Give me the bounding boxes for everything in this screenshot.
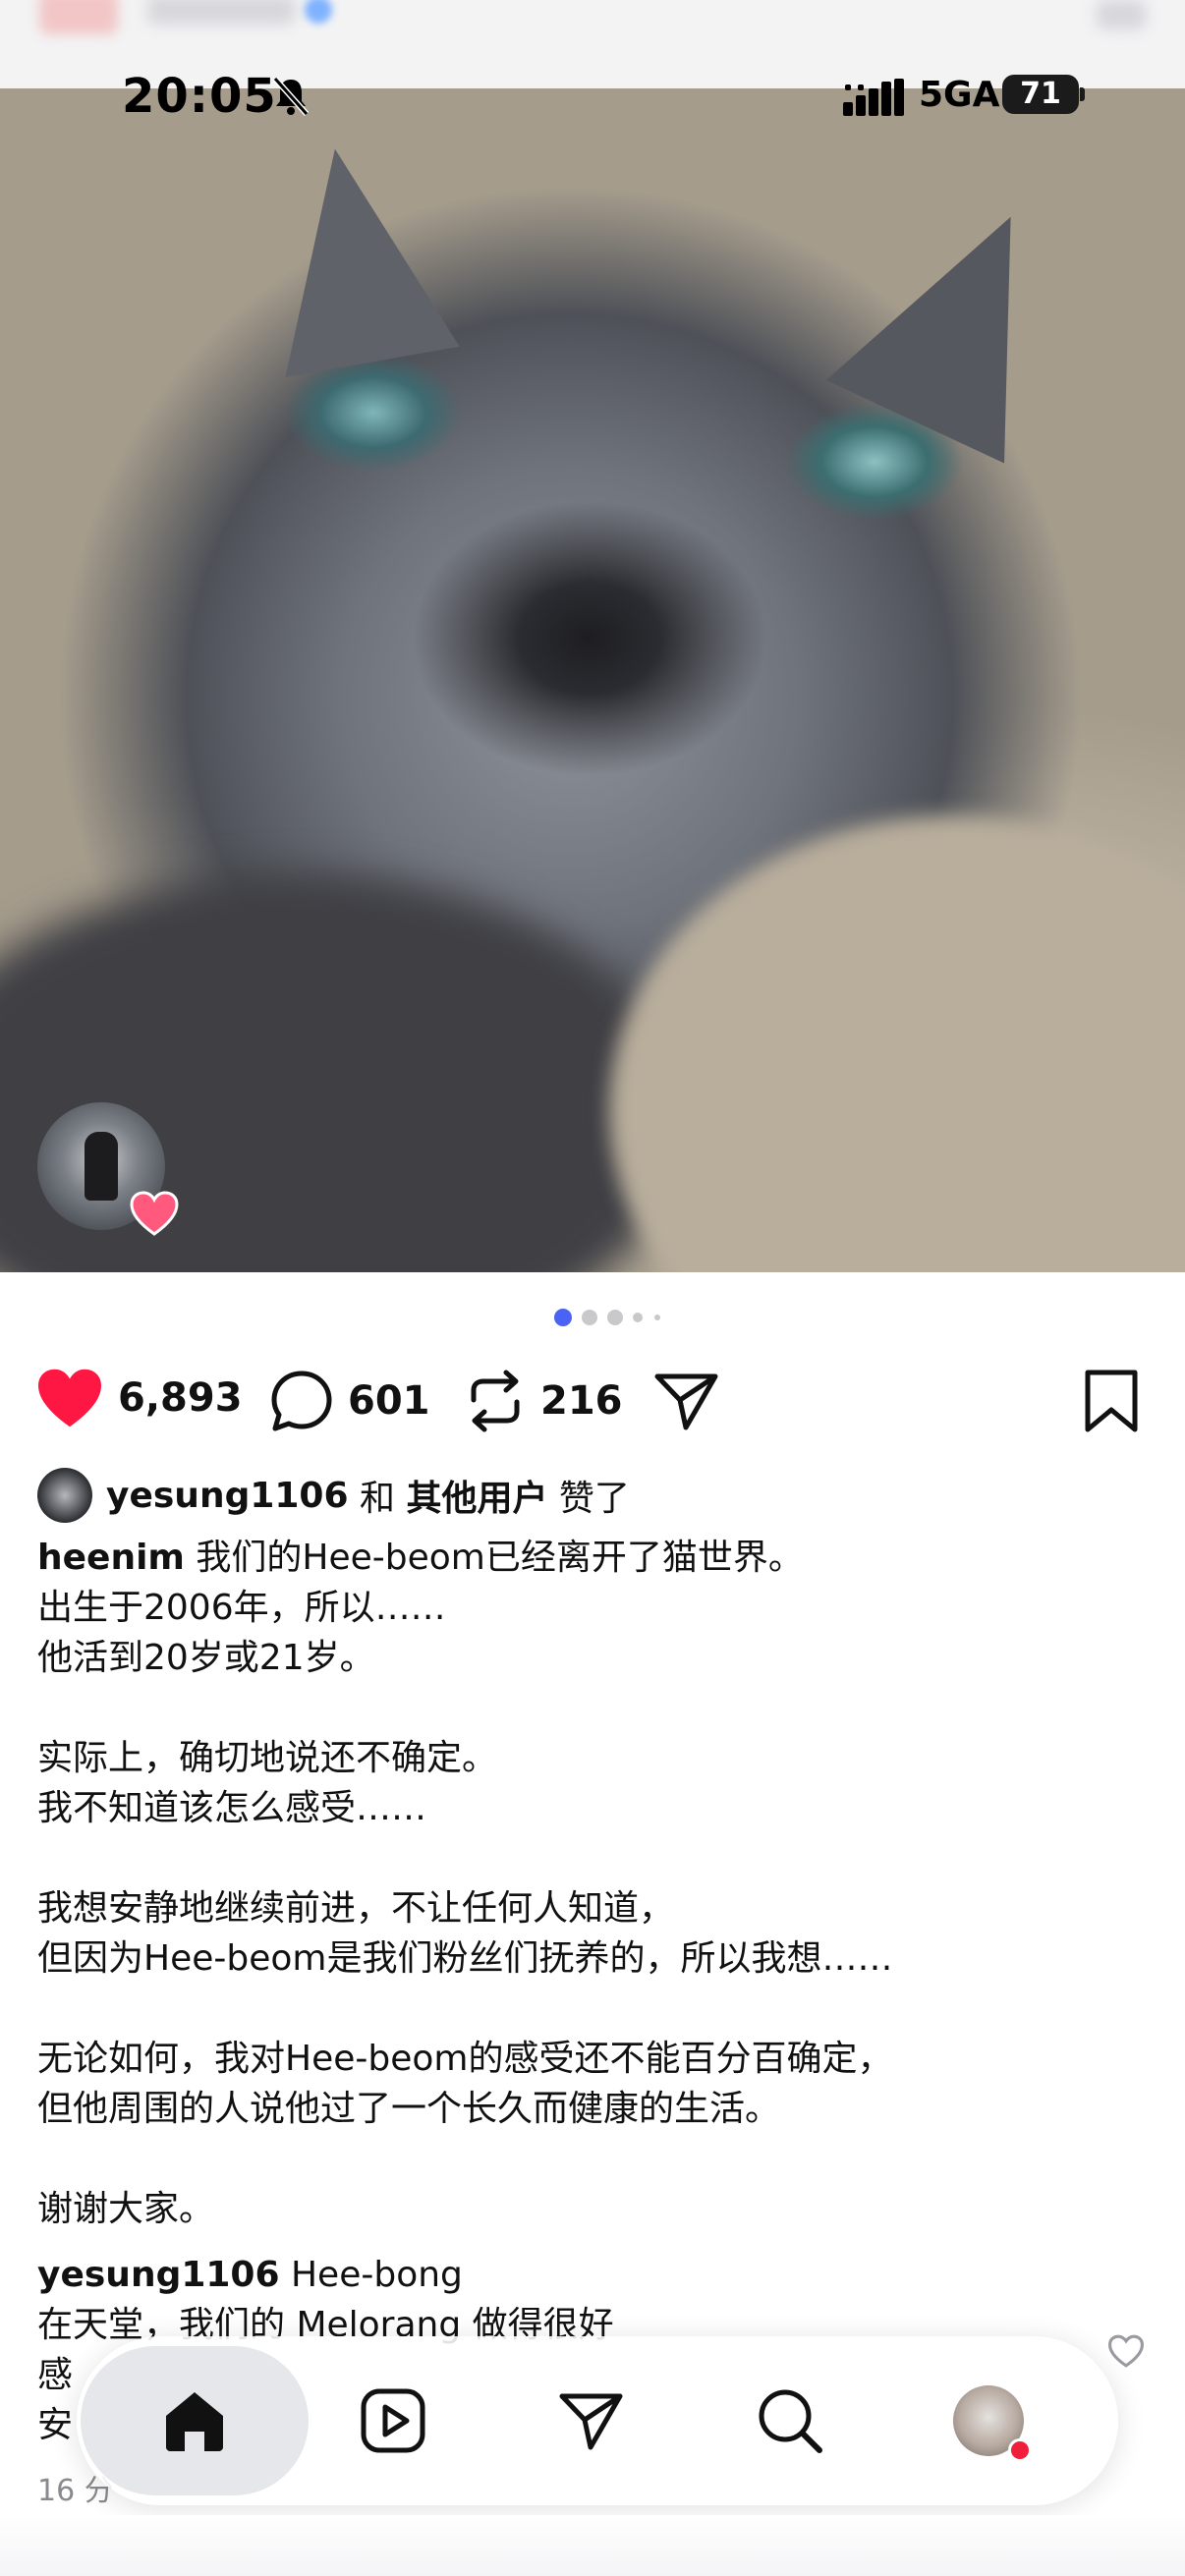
comment-count[interactable]: 601: [348, 1378, 430, 1424]
avatar[interactable]: [37, 1468, 92, 1523]
tab-reels[interactable]: [344, 2372, 442, 2470]
share-action[interactable]: [652, 1369, 721, 1433]
tab-messages[interactable]: [542, 2372, 641, 2470]
notification-dot: [1008, 2438, 1032, 2462]
cellular-signal-icon: [843, 79, 904, 116]
liked-by-summary[interactable]: yesung1106 和 其他用户 赞了: [37, 1468, 630, 1523]
search-icon[interactable]: [756, 2386, 824, 2455]
tab-profile[interactable]: [939, 2372, 1038, 2470]
tab-search[interactable]: [741, 2372, 839, 2470]
network-type: 5GA: [919, 75, 1000, 115]
status-time: 20:05: [122, 69, 277, 124]
reels-icon[interactable]: [359, 2386, 427, 2455]
tab-home[interactable]: [145, 2372, 244, 2470]
comment-bubble-icon[interactable]: [269, 1369, 334, 1433]
caption-author[interactable]: heenim: [37, 1538, 185, 1578]
paper-plane-icon[interactable]: [652, 1369, 721, 1433]
paper-plane-icon[interactable]: [557, 2386, 626, 2455]
post-actions: 6,893 601 216: [0, 1361, 1185, 1439]
carousel-indicator: [550, 1309, 688, 1328]
battery-level: 71: [1002, 75, 1085, 114]
home-icon[interactable]: [160, 2386, 229, 2455]
repost-icon[interactable]: [464, 1369, 527, 1433]
bottom-tab-bar: [77, 2336, 1118, 2505]
save-action[interactable]: [1081, 1369, 1142, 1433]
like-count[interactable]: 6,893: [118, 1375, 243, 1421]
heart-filled-icon[interactable]: [35, 1367, 104, 1429]
repost-action[interactable]: 216: [464, 1369, 623, 1433]
post-caption: heenim 我们的Hee-beom已经离开了猫世界。 出生于2006年，所以……: [37, 1538, 893, 2229]
avatar[interactable]: [953, 2385, 1032, 2462]
bell-muted-icon: [272, 77, 310, 116]
heart-badge-icon: [130, 1191, 179, 1236]
repost-count[interactable]: 216: [540, 1378, 623, 1424]
like-action[interactable]: 6,893: [35, 1367, 243, 1429]
comment-like-icon[interactable]: [1106, 2333, 1146, 2369]
post-photo[interactable]: [0, 88, 1185, 1272]
comment-author[interactable]: yesung1106: [37, 2255, 280, 2295]
bookmark-icon[interactable]: [1081, 1369, 1142, 1433]
comment-action[interactable]: 601: [269, 1369, 430, 1433]
liked-by-user[interactable]: yesung1106: [106, 1476, 349, 1516]
liked-by-others[interactable]: 其他用户: [406, 1470, 547, 1521]
